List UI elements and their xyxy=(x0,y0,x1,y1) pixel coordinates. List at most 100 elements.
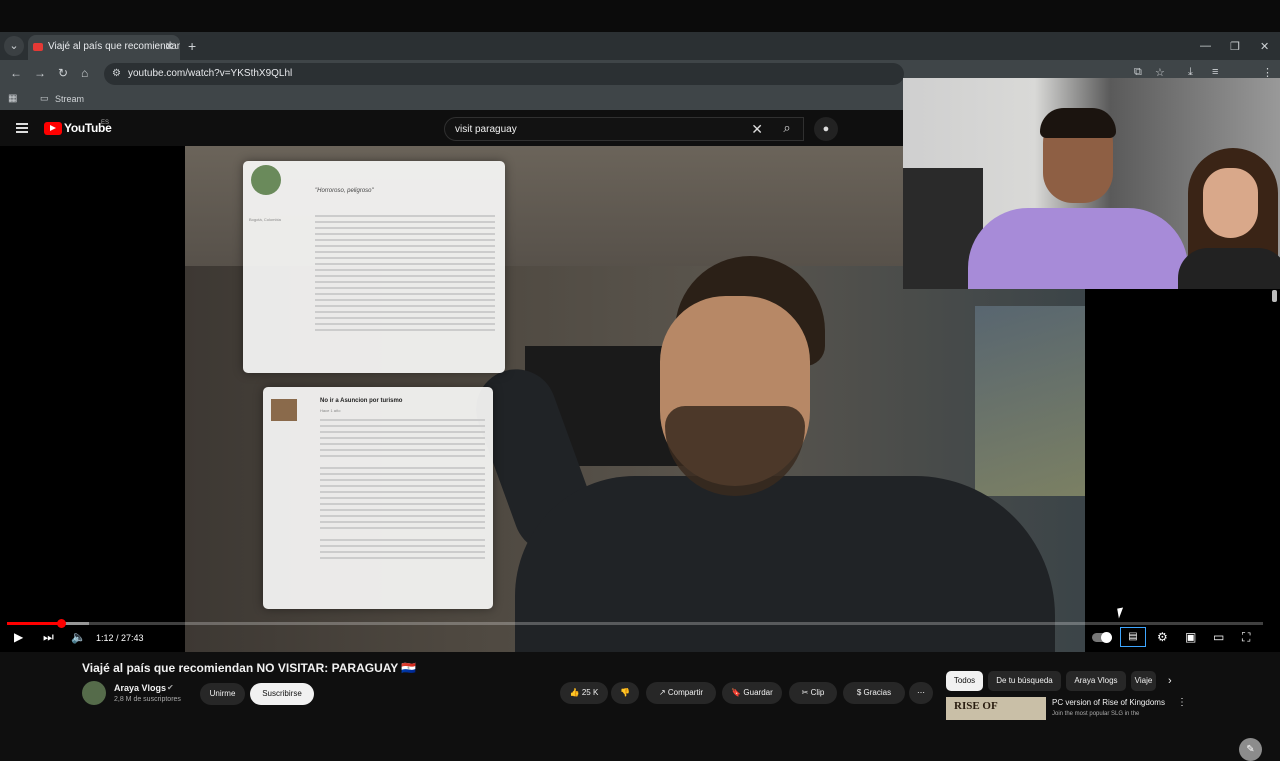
search-icon[interactable]: ⌕ xyxy=(770,117,804,141)
webcam-woman xyxy=(1178,148,1280,289)
subscriber-count: 2,8 M de suscriptores xyxy=(114,696,181,703)
tab-close-icon[interactable]: ✕ xyxy=(165,40,174,53)
ad-title[interactable]: PC version of Rise of Kingdoms xyxy=(1052,698,1165,707)
webcam-woman-body xyxy=(1178,248,1280,289)
review1-location: Bogotá, Colombia xyxy=(249,217,281,222)
thanks-label: Gracias xyxy=(863,688,892,697)
review2-body xyxy=(320,417,485,592)
youtube-favicon-icon xyxy=(33,43,43,51)
video-details: Viajé al país que recomiendan NO VISITAR… xyxy=(0,652,1280,720)
forward-icon[interactable]: → xyxy=(34,66,46,80)
autoplay-toggle[interactable] xyxy=(1092,632,1112,643)
vlogger xyxy=(464,256,1055,652)
media-icon[interactable]: ≡ xyxy=(1212,66,1218,78)
webcam-overlay xyxy=(903,78,1280,289)
chip-travel[interactable]: Viaje xyxy=(1131,671,1156,691)
settings-gear-icon[interactable]: ⚙ xyxy=(1157,630,1168,644)
ad-subtitle: Join the most popular SLG in the xyxy=(1052,711,1140,717)
webcam-man-hair xyxy=(1040,108,1116,138)
share-label: Compartir xyxy=(667,688,704,697)
apps-grid-icon[interactable]: ▦ xyxy=(8,93,17,104)
search-input[interactable]: visit paraguay ✕ xyxy=(444,117,804,141)
subtitles-icon[interactable]: ▤ xyxy=(1120,627,1146,647)
like-button[interactable]: 👍 25 K xyxy=(560,682,608,704)
review1-body xyxy=(315,213,495,333)
new-tab-icon[interactable]: + xyxy=(188,38,196,54)
webcam-woman-face xyxy=(1203,168,1258,238)
share-icon: ↗ xyxy=(658,688,668,697)
microphone-icon[interactable]: ● xyxy=(814,117,838,141)
volume-icon[interactable]: 🔈 xyxy=(71,630,86,644)
review1-title: "Horroroso, peligroso" xyxy=(315,188,374,194)
clip-icon: ✂ xyxy=(801,688,811,697)
channel-avatar[interactable] xyxy=(82,681,106,705)
subscribe-button[interactable]: Suscribirse xyxy=(250,683,314,705)
next-icon[interactable]: ⏭ xyxy=(43,630,54,645)
dislike-button[interactable]: 👎 xyxy=(611,682,639,704)
hamburger-menu-icon[interactable] xyxy=(16,123,28,133)
clear-search-icon[interactable]: ✕ xyxy=(751,121,763,138)
share-button[interactable]: ↗ Compartir xyxy=(646,682,716,704)
home-icon[interactable]: ⌂ xyxy=(81,66,88,80)
scrubber-handle[interactable] xyxy=(57,619,66,628)
browser-tab[interactable]: Viajé al país que recomiendan NO VISITAR… xyxy=(28,35,180,60)
webcam-man-shirt xyxy=(968,208,1188,289)
bookmark-stream[interactable]: Stream xyxy=(55,94,84,104)
thanks-icon: $ xyxy=(856,688,864,697)
thanks-button[interactable]: $ Gracias xyxy=(843,682,905,704)
progress-played xyxy=(7,622,61,625)
ad-thumbnail[interactable]: RISE OF xyxy=(946,697,1046,720)
ad-menu-icon[interactable]: ⋮ xyxy=(1177,697,1187,708)
review-card-1: "Horroroso, peligroso" Bogotá, Colombia xyxy=(243,161,505,373)
fullscreen-icon[interactable]: ⛶ xyxy=(1242,630,1250,645)
clip-button[interactable]: ✂ Clip xyxy=(789,682,837,704)
reviewer-avatar xyxy=(271,399,297,421)
youtube-header: YouTube ES visit paraguay ✕ ⌕ ● xyxy=(0,112,903,146)
player-controls: ▶ ⏭ 🔈 1:12 / 27:43 ▤ ⚙ ▣ ▭ ⛶ xyxy=(0,619,1280,652)
save-label: Guardar xyxy=(743,688,773,697)
chips-next-icon[interactable]: › xyxy=(1168,675,1172,687)
chip-from-search[interactable]: De tu búsqueda xyxy=(988,671,1061,691)
address-bar[interactable]: ⚙ youtube.com/watch?v=YKSthX9QLhl xyxy=(104,63,904,85)
folder-icon: ▭ xyxy=(40,93,49,103)
search-query: visit paraguay xyxy=(455,124,517,135)
page-scrollbar[interactable] xyxy=(1272,290,1277,302)
like-icon: 👍 xyxy=(569,688,580,697)
theater-mode-icon[interactable]: ▭ xyxy=(1213,630,1224,644)
progress-bar[interactable] xyxy=(7,619,1263,628)
join-button[interactable]: Unirme xyxy=(200,683,245,705)
channel-name[interactable]: Araya Vlogs xyxy=(114,683,166,693)
clip-label: Clip xyxy=(810,688,825,697)
reviewer-avatar xyxy=(251,165,281,195)
back-icon[interactable]: ← xyxy=(10,66,22,80)
reload-icon[interactable]: ↻ xyxy=(58,66,68,80)
dislike-icon: 👎 xyxy=(620,688,630,697)
tab-title: Viajé al país que recomiendan NO VISITAR… xyxy=(48,41,180,52)
save-button[interactable]: 🔖 Guardar xyxy=(722,682,782,704)
verified-icon: ✔ xyxy=(167,683,174,692)
url-text: youtube.com/watch?v=YKSthX9QLhl xyxy=(128,68,293,79)
screen-top-bar xyxy=(0,0,1280,32)
review2-date: Hace 1 año xyxy=(320,408,341,413)
review2-title: No ir a Asuncion por turismo xyxy=(320,398,403,404)
window-close-icon[interactable]: ✕ xyxy=(1260,40,1269,53)
country-code: ES xyxy=(101,120,110,126)
chip-all[interactable]: Todos xyxy=(946,671,983,691)
video-title: Viajé al país que recomiendan NO VISITAR… xyxy=(82,661,417,675)
play-icon[interactable]: ▶ xyxy=(14,630,23,644)
webcam-man xyxy=(968,108,1188,289)
restore-icon[interactable]: ❐ xyxy=(1230,40,1240,53)
site-info-icon[interactable]: ⚙ xyxy=(112,68,121,79)
save-icon: 🔖 xyxy=(731,688,744,697)
chip-channel[interactable]: Araya Vlogs xyxy=(1066,671,1126,691)
youtube-logo-icon[interactable] xyxy=(44,122,62,135)
like-count: 25 K xyxy=(581,688,599,697)
review-card-2: No ir a Asuncion por turismo Hace 1 año xyxy=(263,387,493,609)
browser-tab-strip: ⌄ Viajé al país que recomiendan NO VISIT… xyxy=(0,32,1280,60)
minimize-icon[interactable]: — xyxy=(1200,40,1211,52)
tab-search-icon[interactable]: ⌄ xyxy=(4,36,24,56)
more-actions-icon[interactable]: ⋯ xyxy=(909,682,933,704)
miniplayer-icon[interactable]: ▣ xyxy=(1185,630,1196,644)
effects-icon[interactable]: ✎ xyxy=(1239,738,1262,761)
time-display: 1:12 / 27:43 xyxy=(96,633,144,643)
